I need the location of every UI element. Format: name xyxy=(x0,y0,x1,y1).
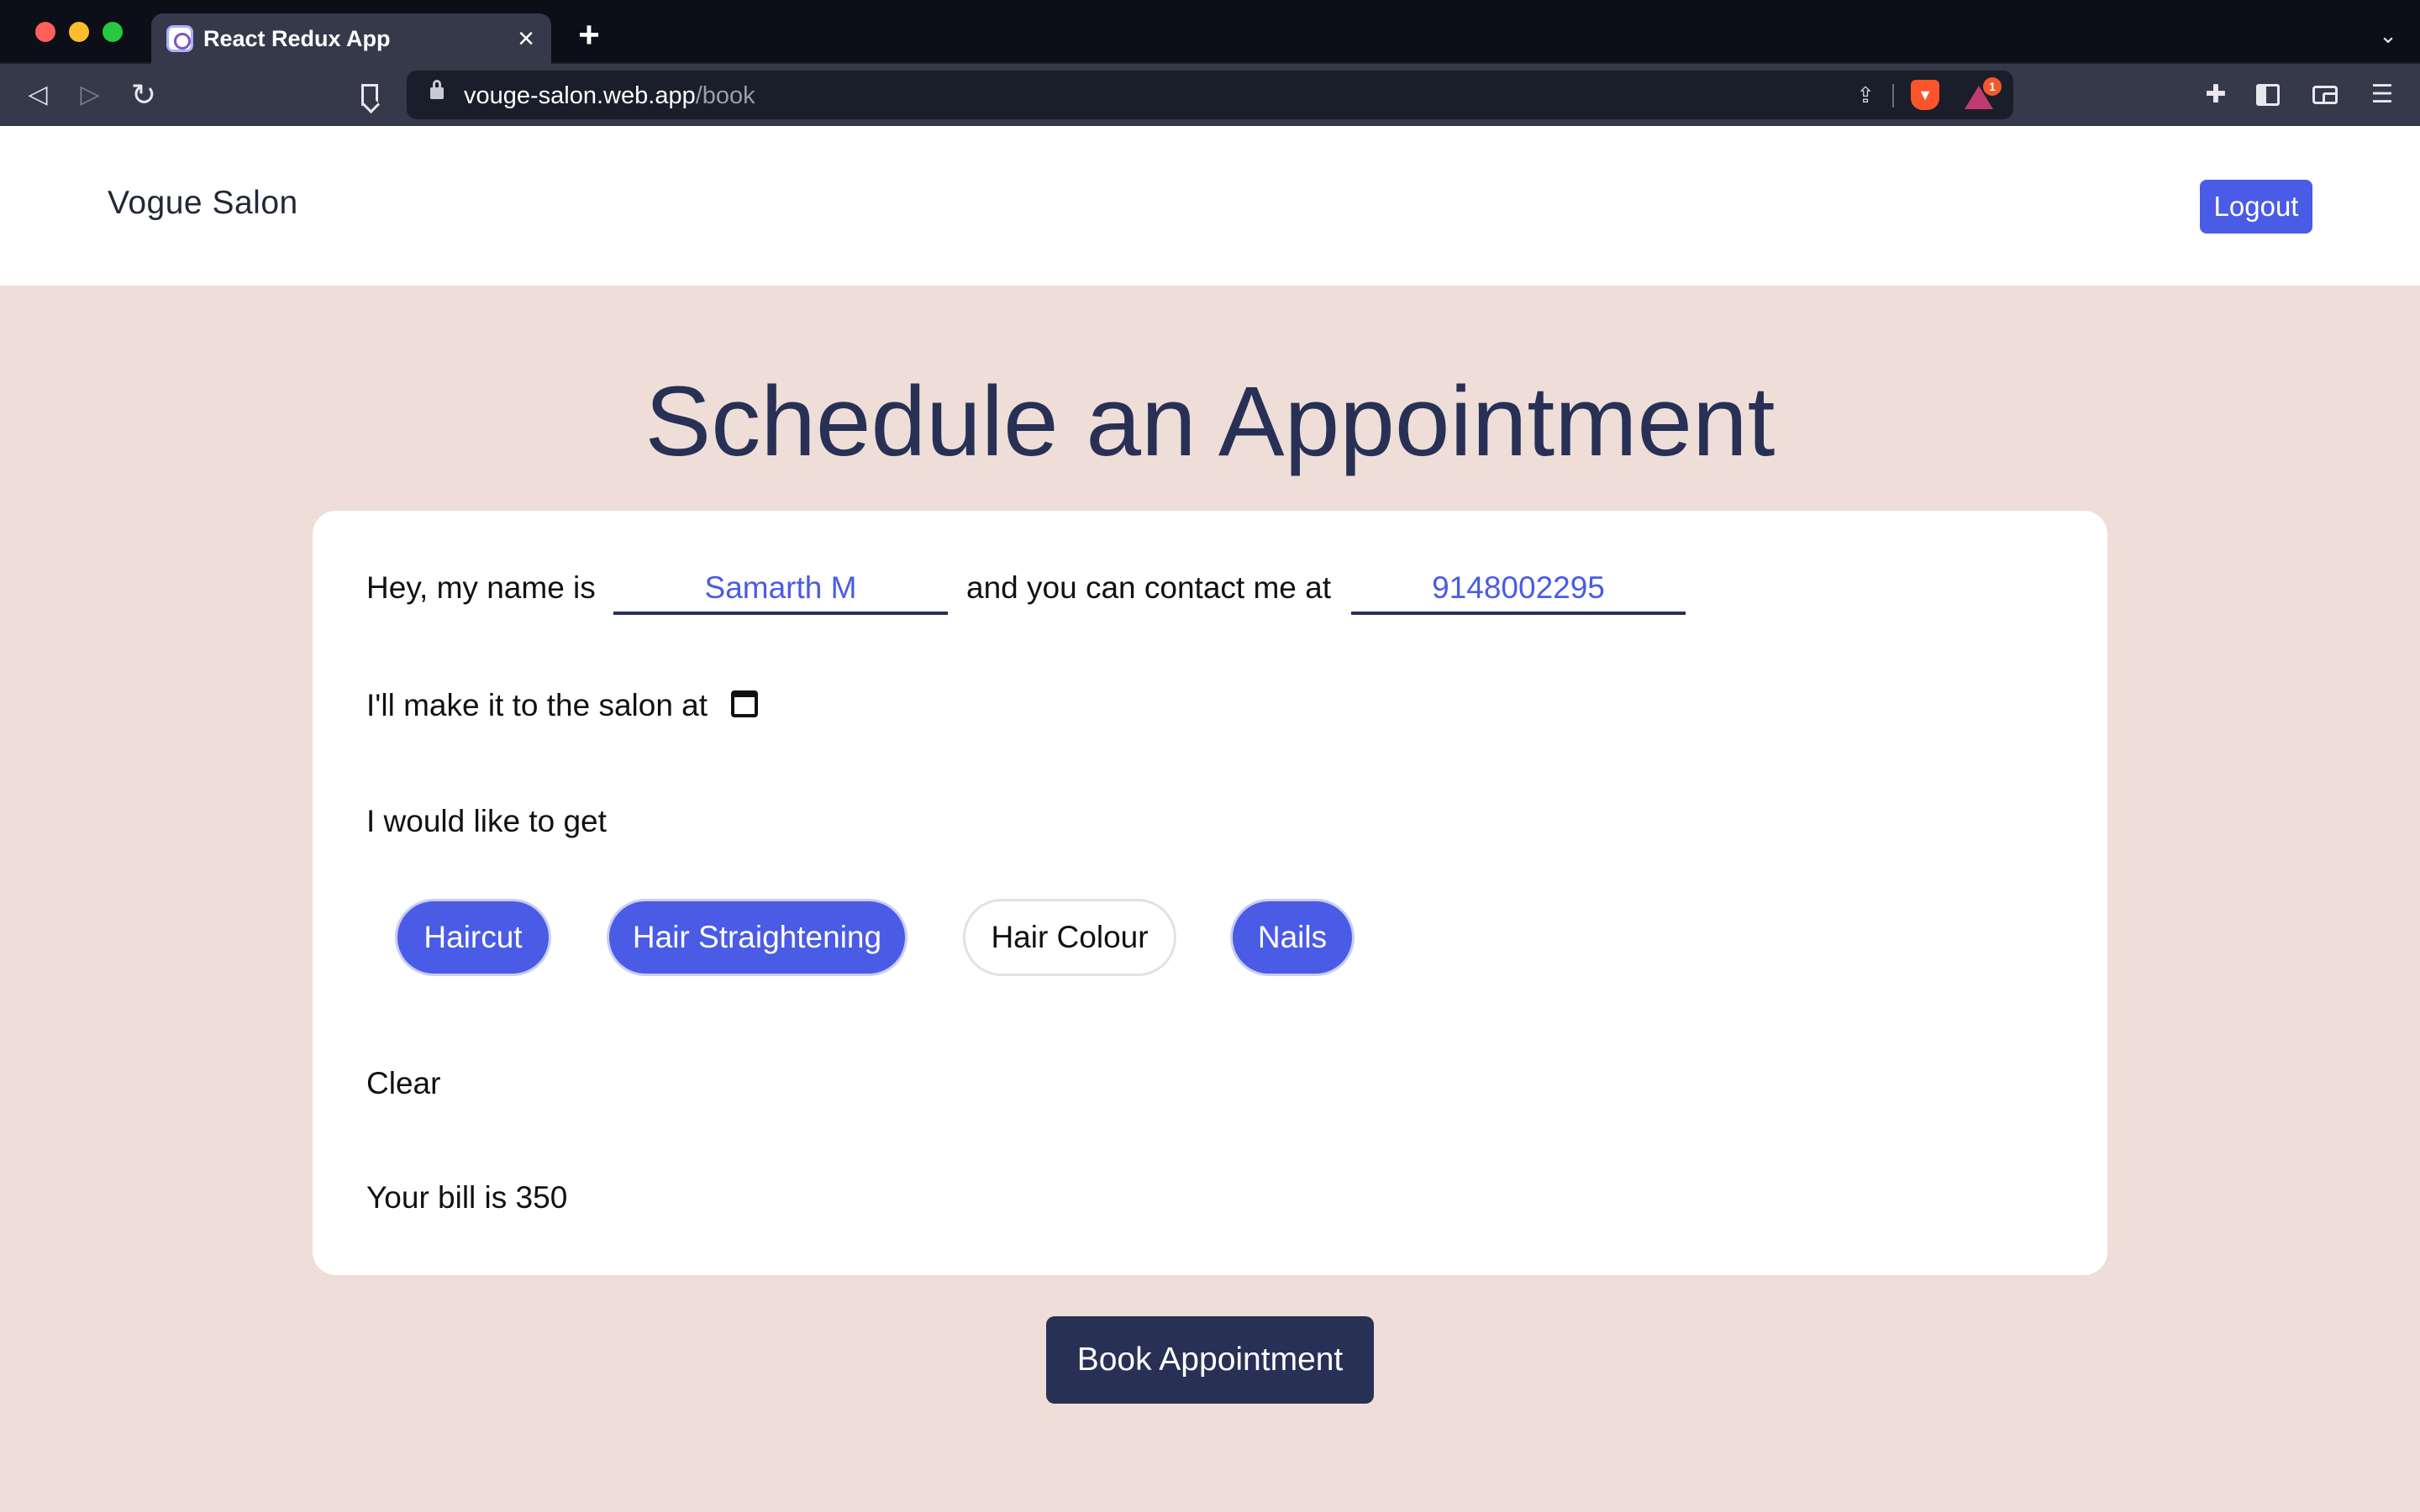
page-title: Schedule an Appointment xyxy=(644,366,1776,477)
react-favicon-icon xyxy=(166,25,193,52)
name-input[interactable] xyxy=(613,564,948,615)
rewards-badge: 1 xyxy=(1983,77,2002,96)
url-path: /book xyxy=(695,82,755,109)
menu-icon[interactable]: ☰ xyxy=(2366,79,2398,111)
clear-button[interactable]: Clear xyxy=(366,1065,440,1102)
arrival-time-label: I'll make it to the salon at xyxy=(366,688,708,722)
service-chip-hair-straightening[interactable]: Hair Straightening xyxy=(607,899,908,976)
browser-toolbar: ◁ ▷ ↻ vouge-salon.web.app/book ⇪ ▼ 1 ✚ ☰ xyxy=(0,64,2420,126)
appointment-form-card: Hey, my name is and you can contact me a… xyxy=(313,511,2107,1275)
new-tab-icon[interactable]: + xyxy=(573,17,605,54)
browser-tab-bar: React Redux App × + ⌄ xyxy=(0,0,2420,64)
address-bar[interactable]: vouge-salon.web.app/book ⇪ ▼ 1 xyxy=(407,71,2013,119)
bill-total: Your bill is 350 xyxy=(366,1180,568,1215)
forward-icon[interactable]: ▷ xyxy=(74,79,106,111)
services-label: I would like to get xyxy=(366,804,607,838)
logout-button[interactable]: Logout xyxy=(2200,180,2312,234)
calendar-icon[interactable] xyxy=(731,690,758,717)
sidebar-icon[interactable] xyxy=(2252,79,2284,111)
back-icon[interactable]: ◁ xyxy=(22,79,54,111)
contact-prompt-label: and you can contact me at xyxy=(966,570,1331,605)
service-chip-hair-colour[interactable]: Hair Colour xyxy=(963,899,1176,976)
brave-shields-icon[interactable]: ▼ xyxy=(1911,80,1939,110)
extensions-icon[interactable]: ✚ xyxy=(2200,79,2232,111)
name-prompt-label: Hey, my name is xyxy=(366,570,596,605)
wallet-icon[interactable] xyxy=(2309,79,2341,111)
tab-close-icon[interactable]: × xyxy=(511,24,541,54)
service-chip-haircut[interactable]: Haircut xyxy=(395,899,551,976)
minimize-window-button[interactable] xyxy=(69,22,89,42)
phone-input[interactable] xyxy=(1351,564,1686,615)
maximize-window-button[interactable] xyxy=(103,22,123,42)
lock-icon xyxy=(430,80,444,99)
service-chip-nails[interactable]: Nails xyxy=(1230,899,1355,976)
book-appointment-button[interactable]: Book Appointment xyxy=(1046,1316,1374,1404)
close-window-button[interactable] xyxy=(35,22,55,42)
brave-rewards-icon[interactable]: 1 xyxy=(1965,77,2002,109)
brand-name[interactable]: Vogue Salon xyxy=(108,183,298,223)
url-text[interactable]: vouge-salon.web.app/book xyxy=(464,82,755,109)
bookmark-icon[interactable] xyxy=(353,79,385,111)
tab-title: React Redux App xyxy=(203,26,391,51)
url-host: vouge-salon.web.app xyxy=(464,82,696,109)
browser-tab[interactable]: React Redux App × xyxy=(151,13,551,64)
url-separator xyxy=(1892,84,1894,108)
site-header: Vogue Salon Logout xyxy=(0,126,2420,286)
share-icon[interactable]: ⇪ xyxy=(1854,83,1877,107)
tab-list-chevron-icon[interactable]: ⌄ xyxy=(2375,22,2402,49)
reload-icon[interactable]: ↻ xyxy=(128,79,160,111)
